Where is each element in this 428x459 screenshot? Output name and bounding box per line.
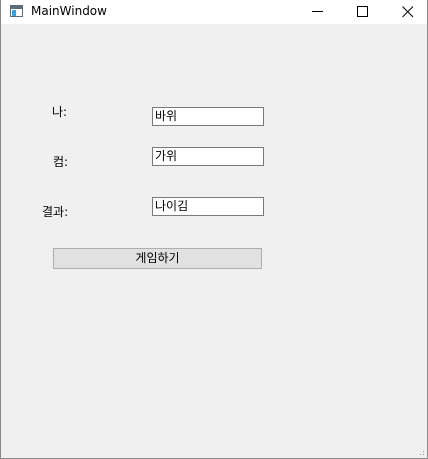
app-icon: [10, 5, 23, 17]
resize-grip-icon[interactable]: [417, 448, 425, 456]
computer-choice-field[interactable]: 가위: [152, 147, 264, 166]
me-label: 나:: [52, 105, 68, 119]
me-choice-field[interactable]: 바위: [152, 107, 264, 126]
result-field[interactable]: 나이김: [152, 197, 264, 216]
maximize-button[interactable]: [340, 0, 386, 24]
play-game-button[interactable]: 게임하기: [53, 248, 262, 269]
maximize-icon: [357, 6, 368, 17]
minimize-icon: [312, 11, 323, 12]
computer-label: 컴:: [53, 155, 69, 169]
main-window: MainWindow 나: 바위 컴: 가위 결과: 나이김 게임하기: [0, 0, 428, 459]
window-title: MainWindow: [31, 4, 107, 18]
minimize-button[interactable]: [295, 0, 341, 24]
close-button[interactable]: [385, 0, 428, 24]
close-icon: [402, 6, 414, 18]
result-label: 결과:: [42, 205, 69, 219]
title-bar[interactable]: MainWindow: [1, 0, 427, 24]
